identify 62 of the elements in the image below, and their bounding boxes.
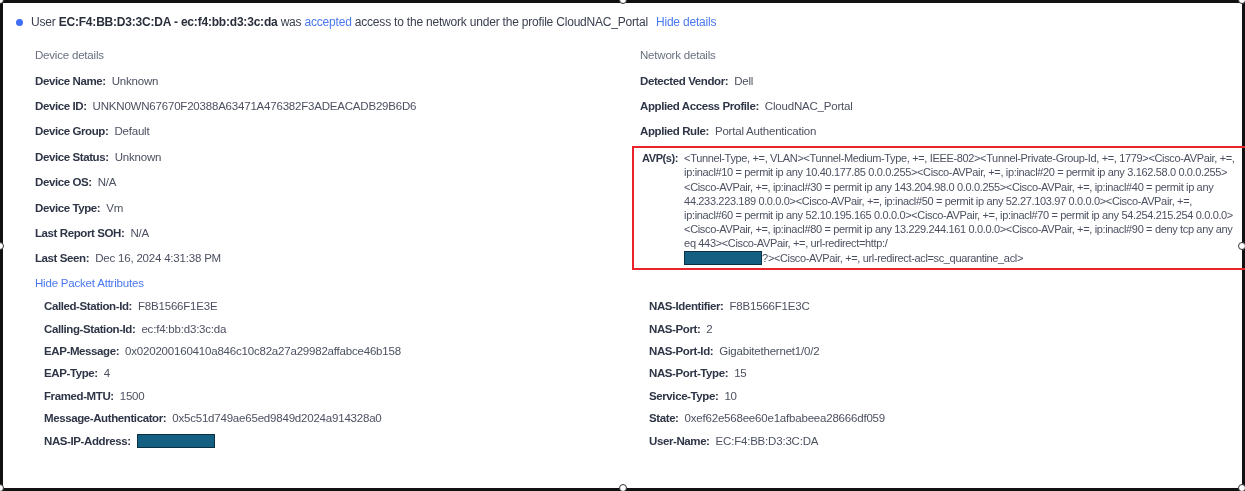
field-value: CloudNAC_Portal	[764, 100, 853, 113]
field-value: Unknown	[114, 150, 162, 163]
field-value: Vm	[106, 201, 124, 214]
field-label: NAS-Port-Type:	[649, 367, 729, 380]
field-label: State:	[649, 412, 679, 425]
resize-handle[interactable]	[1238, 241, 1245, 250]
field-value: Portal Authentication	[714, 125, 817, 138]
field-value: 4	[103, 367, 110, 380]
field-label: User-Name:	[649, 434, 710, 447]
field-label: Detected Vendor:	[640, 74, 729, 87]
hide-details-link[interactable]: Hide details	[655, 15, 717, 29]
field-value: N/A	[130, 227, 150, 240]
field-value: F8B1566F1E3C	[729, 300, 810, 313]
field-value: 1500	[119, 389, 145, 402]
field-label: Service-Type:	[649, 389, 719, 402]
field-label: Device Type:	[35, 201, 101, 214]
field-value: Gigabitethernet1/0/2	[719, 345, 820, 358]
field-value: 15	[734, 367, 747, 380]
field-label: Last Report SOH:	[35, 227, 125, 240]
field-label: Device ID:	[35, 100, 87, 113]
field-label: Message-Authenticator:	[44, 412, 167, 425]
field-label: Applied Rule:	[640, 125, 709, 138]
field-label: EAP-Message:	[44, 345, 120, 358]
field-label: Last Seen:	[35, 252, 90, 265]
field-value: 10	[724, 389, 737, 402]
hide-packet-attributes-link[interactable]: Hide Packet Attributes	[35, 277, 144, 290]
field-label: Device OS:	[35, 176, 92, 189]
field-label: NAS-Port-Id:	[649, 345, 714, 358]
field-value: UNKN0WN67670F20388A63471A476382F3ADEACADB29B6D6	[92, 100, 417, 113]
field-value: 0x5c51d749ae65ed9849d2024a914328a0	[172, 412, 382, 425]
resize-handle[interactable]	[618, 484, 627, 491]
field-value: 2	[706, 322, 713, 335]
field-value: 0xef62e568ee60e1afbabeea28666df059	[684, 412, 885, 425]
section-title: Network details	[640, 48, 717, 63]
field-label: Framed-MTU:	[44, 389, 114, 402]
field-label: EAP-Type:	[44, 367, 98, 380]
field-label: Calling-Station-Id:	[44, 322, 136, 335]
field-label: AVP(s):	[642, 151, 679, 166]
field-label: NAS-IP-Address:	[44, 434, 131, 447]
field-label: NAS-Port:	[649, 322, 701, 335]
field-label: Device Status:	[35, 150, 109, 163]
field-label: Applied Access Profile:	[640, 100, 759, 113]
status-message: User EC:F4:BB:D3:3C:DA - ec:f4:bb:d3:3c:da was accepted access to the network under the profile CloudNAC_Portal	[31, 15, 648, 29]
resize-handle[interactable]	[1238, 484, 1245, 491]
field-value: Dell	[734, 74, 754, 87]
field-value: EC:F4:BB:D3:3C:DA	[715, 434, 819, 447]
field-label: Device Group:	[35, 125, 109, 138]
field-value: Default	[114, 125, 150, 138]
field-value: F8B1566F1E3E	[138, 300, 218, 313]
status-link[interactable]: accepted	[304, 15, 352, 29]
field-label: NAS-Identifier:	[649, 300, 724, 313]
field-value: N/A	[97, 176, 117, 189]
status-dot	[16, 18, 23, 26]
section-title: Device details	[35, 48, 105, 63]
field-value: 0x020200160410a846c10c82a27a29982affabce46b158	[125, 345, 401, 358]
field-label: Device Name:	[35, 74, 106, 87]
field-value: Dec 16, 2024 4:31:38 PM	[95, 252, 221, 265]
field-label: Called-Station-Id:	[44, 300, 132, 313]
avp-text: ?><Cisco-AVPair, +=, url-redirect-acl=sc_quarantine_acl>	[762, 250, 1023, 265]
field-value: Unknown	[111, 74, 159, 87]
field-value: ec:f4:bb:d3:3c:da	[141, 322, 227, 335]
avp-text: <Tunnel-Type, +=, VLAN><Tunnel-Medium-Type, +=, IEEE-802><Tunnel-Private-Group-Id, +=, 1779><Cisco-AVPair, +=, ip:inacl#10 = permit ip any 10.40.177.85 0.0.0.255><Cisco-AVPair, +=, ip:inacl#20 = permit ip any 3.162.58.0 0.0.0.255><Cisco-AVPair, +=, ip:inacl#30 = permit ip any 143.204.98.0 0.0.0.255><Cisco-AVPair, +=, ip:inacl#40 = permit ip any 44.233.223.189 0.0.0.0><Cisco-AVPair, +=, ip:inacl#50 = permit ip any 52.27.103.97 0.0.0.0><Cisco-AVPair, +=, ip:inacl#60 = permit ip any 52.10.195.165 0.0.0.0><Cisco-AVPair, +=, ip:inacl#70 = permit ip any 54.254.215.254 0.0.0.0><Cisco-AVPair, +=, ip:inacl#80 = permit ip any 13.229.244.161 0.0.0.0><Cisco-AVPair, +=, ip:inacl#90 = deny tcp any any eq 443><Cisco-AVPair, +=, url-redirect=http:/	[684, 151, 1236, 251]
